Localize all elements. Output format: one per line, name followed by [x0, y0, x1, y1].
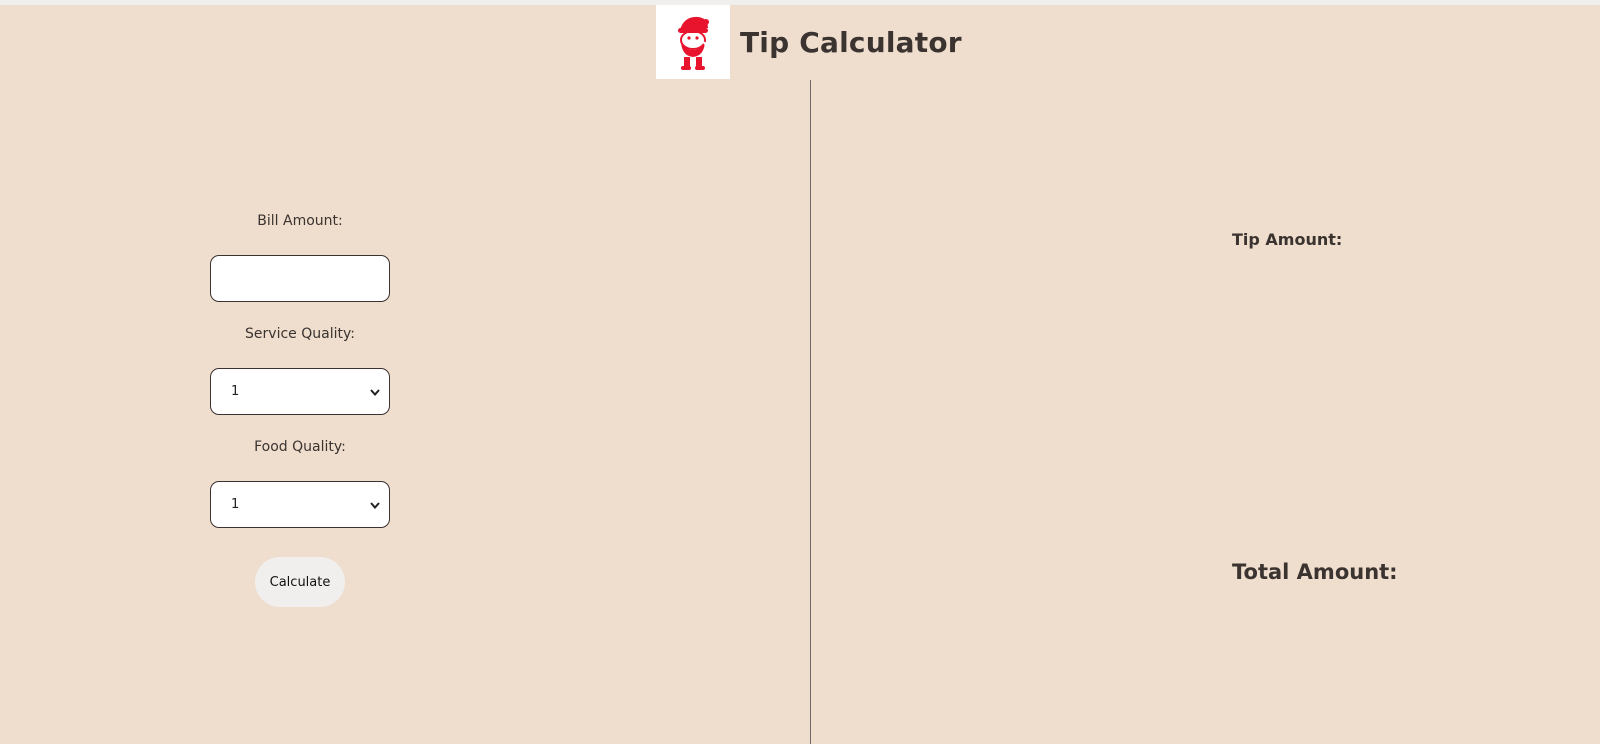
santa-mascot-icon — [678, 16, 709, 70]
food-quality-label: Food Quality: — [254, 439, 346, 455]
food-quality-select[interactable]: 1 — [210, 481, 390, 528]
chevron-down-icon — [369, 499, 381, 511]
service-quality-select[interactable]: 1 — [210, 368, 390, 415]
logo — [656, 5, 730, 79]
tip-amount-label: Tip Amount: — [1232, 230, 1343, 249]
food-quality-value: 1 — [231, 497, 240, 512]
chevron-down-icon — [369, 386, 381, 398]
app-header: Tip Calculator — [656, 5, 962, 79]
page-background: Tip Calculator Bill Amount: Service Qual… — [0, 5, 1600, 744]
service-quality-label: Service Quality: — [245, 326, 355, 342]
calculate-button[interactable]: Calculate — [255, 557, 345, 607]
page-title: Tip Calculator — [740, 25, 962, 59]
bill-amount-label: Bill Amount: — [257, 213, 343, 229]
total-amount-label: Total Amount: — [1232, 560, 1398, 584]
column-divider — [810, 80, 811, 744]
bill-amount-input[interactable] — [210, 255, 390, 302]
service-quality-value: 1 — [231, 384, 240, 399]
